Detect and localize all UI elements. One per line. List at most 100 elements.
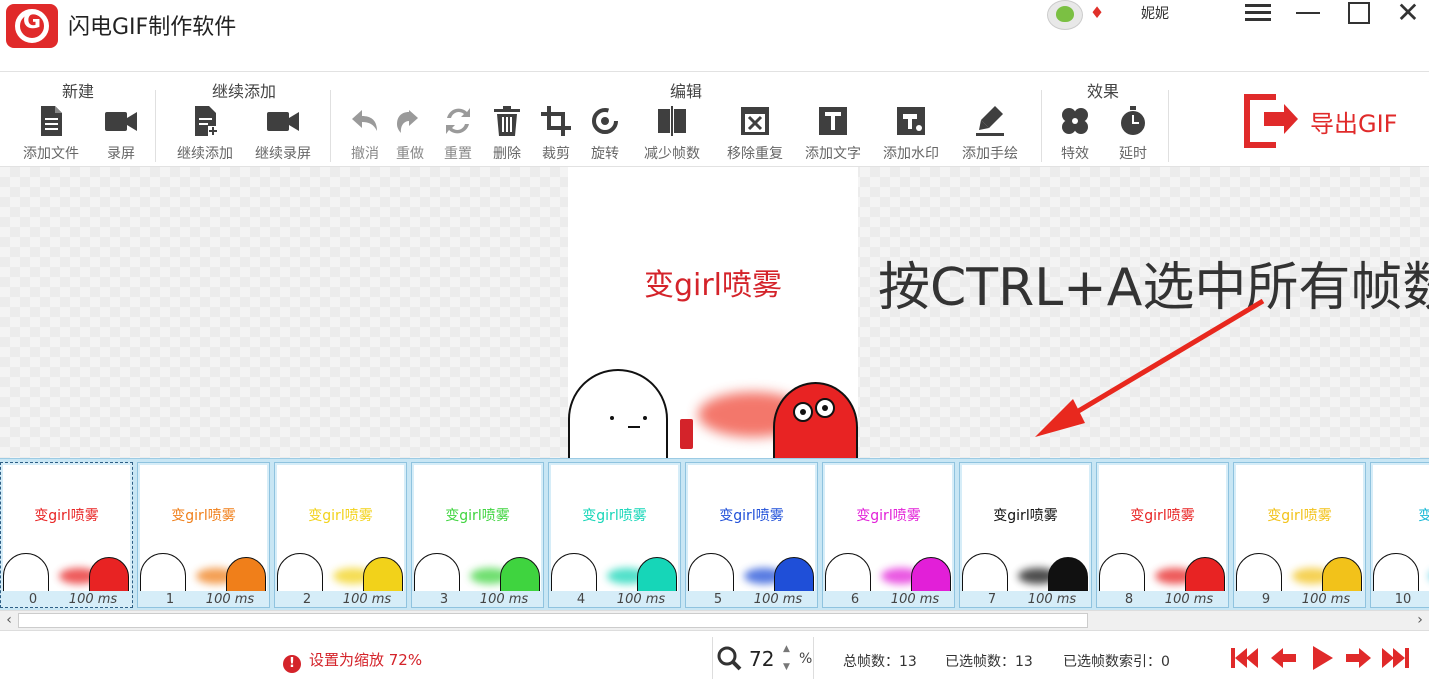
- red-blob-character: [773, 382, 858, 458]
- play-icon[interactable]: [1307, 645, 1337, 671]
- info-icon: !: [283, 655, 301, 673]
- reduce-frames-button[interactable]: 减少帧数: [637, 104, 707, 164]
- frame-scrollbar[interactable]: ‹ ›: [0, 610, 1429, 631]
- ghost-character: [140, 553, 186, 591]
- export-gif-button[interactable]: 导出GIF: [1240, 92, 1410, 152]
- ghost-character: [414, 553, 460, 591]
- frame-caption: 变girl: [1373, 505, 1429, 525]
- rotate-icon: [592, 108, 618, 134]
- frame-thumbnail[interactable]: 变girl喷雾 4 100 ms: [548, 462, 681, 608]
- add-text-button[interactable]: 添加文字: [798, 104, 868, 164]
- avatar[interactable]: [1047, 0, 1083, 30]
- continue-record-button[interactable]: 继续录屏: [248, 104, 318, 164]
- blob-character: [363, 557, 403, 591]
- add-drawing-button[interactable]: 添加手绘: [955, 104, 1025, 164]
- frame-index: 4: [576, 592, 586, 607]
- first-frame-icon[interactable]: [1229, 645, 1259, 671]
- preview-frame[interactable]: 变girl喷雾: [568, 167, 858, 458]
- selected-frames: 已选帧数：13: [945, 654, 1033, 670]
- frame-thumbnail[interactable]: 变girl喷雾 7 100 ms: [959, 462, 1092, 608]
- frame-caption: 变girl喷雾: [445, 508, 510, 524]
- frame-thumbnail[interactable]: 变girl喷雾 3 100 ms: [411, 462, 544, 608]
- frame-duration[interactable]: 100 ms: [1020, 592, 1084, 607]
- frame-caption: 变girl喷雾: [719, 508, 784, 524]
- frame-index: 3: [439, 592, 449, 607]
- record-button[interactable]: 录屏: [86, 104, 156, 164]
- frame-thumbnail[interactable]: 变girl喷雾 2 100 ms: [274, 462, 407, 608]
- scroll-right-icon[interactable]: ›: [1411, 611, 1429, 630]
- delay-button[interactable]: 延时: [1098, 104, 1168, 164]
- frame-thumbnail[interactable]: 变girl 10: [1370, 462, 1429, 608]
- frame-thumbnail[interactable]: 变girl喷雾 0 100 ms: [0, 462, 133, 608]
- annotation-arrow-icon: [1035, 298, 1265, 437]
- frame-image: 变girl喷雾: [1099, 465, 1226, 591]
- app-window: G 闪电GIF制作软件 ♦ 妮妮 ✕ 新建 继续添加 编辑 效果 添加文件 录屏…: [0, 0, 1429, 685]
- watermark-icon: [897, 107, 925, 135]
- remove-duplicates-button[interactable]: 移除重复: [720, 104, 790, 164]
- frame-image: 变girl喷雾: [1236, 465, 1363, 591]
- ghost-character: [1236, 553, 1282, 591]
- status-bar: ! 设置为缩放 72% 72 ▲ ▼ % 总帧数：13 已选帧数：13 已选帧数索引…: [0, 631, 1429, 685]
- ghost-character: [568, 369, 668, 458]
- add-watermark-button[interactable]: 添加水印: [876, 104, 946, 164]
- vip-badge-icon[interactable]: ♦: [1087, 3, 1107, 23]
- frame-index: 5: [713, 592, 723, 607]
- frame-thumbnail[interactable]: 变girl喷雾 1 100 ms: [137, 462, 270, 608]
- spray-bottle: [680, 419, 693, 449]
- menu-icon[interactable]: [1240, 0, 1276, 28]
- frame-index: 7: [987, 592, 997, 607]
- frame-caption: 变girl喷雾: [856, 508, 921, 524]
- frame-index: 10: [1394, 592, 1412, 607]
- camera-icon: [105, 112, 137, 131]
- pen-icon: [976, 106, 1004, 136]
- add-file-button[interactable]: 添加文件: [16, 104, 86, 164]
- crop-icon: [541, 106, 571, 136]
- title-bar: G 闪电GIF制作软件 ♦ 妮妮 ✕: [0, 0, 1429, 72]
- continue-add-button[interactable]: 继续添加: [170, 104, 240, 164]
- ghost-character: [688, 553, 734, 591]
- frame-duration[interactable]: 100 ms: [1294, 592, 1358, 607]
- total-frames: 总帧数：13: [843, 654, 917, 670]
- scroll-thumb[interactable]: [18, 613, 1088, 628]
- document-icon: [41, 106, 62, 136]
- frame-caption: 变girl喷雾: [1130, 508, 1195, 524]
- zoom-stepper[interactable]: ▲ ▼: [783, 640, 790, 676]
- frame-duration[interactable]: 100 ms: [472, 592, 536, 607]
- username[interactable]: 妮妮: [1141, 3, 1169, 23]
- zoom-control[interactable]: 72 ▲ ▼ %: [712, 637, 814, 679]
- app-logo-icon: G: [6, 4, 58, 48]
- frame-thumbnail[interactable]: 变girl喷雾 6 100 ms: [822, 462, 955, 608]
- trash-icon: [494, 106, 520, 136]
- frame-caption: 变girl喷雾: [34, 508, 99, 524]
- last-frame-icon[interactable]: [1381, 645, 1411, 671]
- blob-character: [500, 557, 540, 591]
- frame-image: 变girl: [1373, 465, 1429, 591]
- frame-strip[interactable]: 变girl喷雾 0 100 ms 变girl喷雾 1 100 ms 变girl喷雾 2 100 …: [0, 458, 1429, 610]
- ghost-character: [3, 553, 49, 591]
- next-frame-icon[interactable]: [1343, 645, 1373, 671]
- frame-image: 变girl喷雾: [551, 465, 678, 591]
- frame-duration[interactable]: 100 ms: [198, 592, 262, 607]
- frame-thumbnail[interactable]: 变girl喷雾 8 100 ms: [1096, 462, 1229, 608]
- frame-duration[interactable]: 100 ms: [609, 592, 673, 607]
- previous-frame-icon[interactable]: [1269, 645, 1299, 671]
- blob-character: [226, 557, 266, 591]
- app-title: 闪电GIF制作软件: [68, 15, 237, 40]
- frame-duration[interactable]: 100 ms: [883, 592, 947, 607]
- frame-duration[interactable]: 100 ms: [1157, 592, 1221, 607]
- rotate-button[interactable]: 旋转: [570, 104, 640, 164]
- frame-duration[interactable]: 100 ms: [746, 592, 810, 607]
- frame-image: 变girl喷雾: [277, 465, 404, 591]
- scroll-left-icon[interactable]: ‹: [0, 611, 18, 630]
- frame-duration[interactable]: 100 ms: [335, 592, 399, 607]
- blob-character: [1322, 557, 1362, 591]
- frame-image: 变girl喷雾: [3, 465, 130, 591]
- group-title-effects: 效果: [1086, 82, 1119, 101]
- frame-duration[interactable]: 100 ms: [61, 592, 125, 607]
- frame-thumbnail[interactable]: 变girl喷雾 5 100 ms: [685, 462, 818, 608]
- close-icon[interactable]: ✕: [1390, 0, 1426, 28]
- frame-thumbnail[interactable]: 变girl喷雾 9 100 ms: [1233, 462, 1366, 608]
- maximize-icon[interactable]: [1340, 0, 1376, 28]
- zoom-input[interactable]: 72: [749, 647, 774, 671]
- minimize-icon[interactable]: [1290, 0, 1326, 28]
